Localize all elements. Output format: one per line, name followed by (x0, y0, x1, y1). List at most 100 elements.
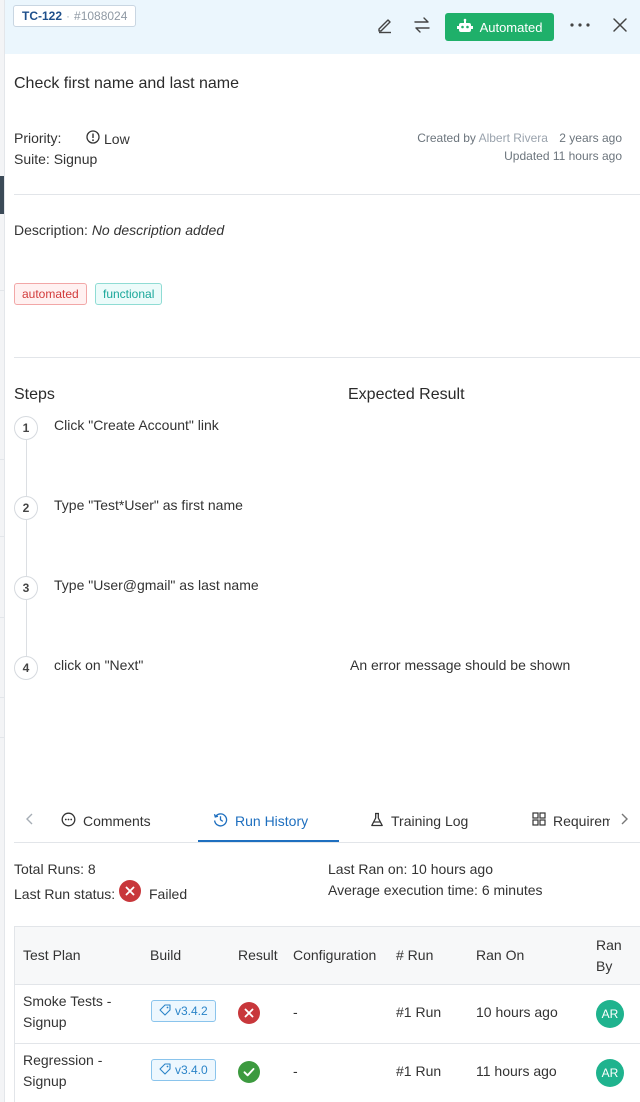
tag-icon (159, 1062, 171, 1078)
tag-functional[interactable]: functional (95, 283, 163, 305)
case-number: #1088024 (74, 9, 128, 23)
passed-result-icon (238, 1061, 260, 1083)
comment-icon (61, 812, 76, 830)
step-number: 4 (14, 656, 38, 680)
build-badge[interactable]: v3.4.2 (151, 1000, 216, 1022)
case-key: TC-122 (22, 9, 63, 23)
step-text: click on "Next" (54, 657, 144, 673)
background-divider (0, 697, 5, 698)
step-expected: An error message should be shown (350, 657, 571, 673)
history-icon (213, 812, 228, 830)
background-divider (0, 536, 5, 537)
avatar[interactable]: AR (596, 1000, 624, 1028)
grid-icon (532, 812, 546, 829)
step-text: Type "Test*User" as first name (54, 497, 243, 513)
step-connector (26, 520, 27, 576)
updated-info: Updated 11 hours ago (504, 149, 622, 163)
table-row[interactable]: Regression - Signup v3.4.0 - #1 Run 11 h… (15, 1044, 640, 1102)
build-version: v3.4.0 (175, 1063, 208, 1077)
failed-status-icon (119, 880, 141, 902)
step-text: Click "Create Account" link (54, 417, 219, 433)
priority-low-icon (86, 130, 100, 147)
column-header: Ran On (476, 947, 525, 963)
step-number: 3 (14, 576, 38, 600)
tab-label: Comments (83, 813, 151, 829)
description-label: Description: (14, 222, 88, 238)
column-header: Result (238, 947, 278, 963)
swap-icon[interactable] (411, 14, 433, 36)
table-row[interactable]: Smoke Tests - Signup v3.4.2 - #1 Run 10 … (15, 985, 640, 1044)
detail-tabs: Comments Run History Training Log Requir… (14, 800, 640, 843)
automated-button[interactable]: Automated (445, 13, 554, 41)
test-plan-cell[interactable]: Signup (23, 1073, 67, 1089)
flask-icon (370, 812, 384, 830)
priority-value: Low (86, 130, 130, 147)
last-ran-on: Last Ran on: 10 hours ago (328, 861, 494, 877)
ran-on-cell: 11 hours ago (476, 1063, 557, 1079)
tab-requirements[interactable]: Requirem (532, 812, 610, 829)
tab-run-history[interactable]: Run History (213, 812, 308, 830)
background-divider (0, 737, 5, 738)
description-value: No description added (91, 222, 225, 238)
created-info: Created by Albert Rivera 2 years ago (417, 131, 622, 145)
table-header: Test Plan Build Result Configuration # R… (15, 927, 640, 985)
column-header: Test Plan (23, 947, 81, 963)
background-page-edge (0, 0, 5, 1102)
column-header: # Run (396, 947, 434, 963)
test-plan-cell[interactable]: Signup (23, 1014, 67, 1030)
run-cell[interactable]: #1 Run (396, 1004, 441, 1020)
tag-automated[interactable]: automated (14, 283, 87, 305)
configuration-cell: - (293, 1004, 298, 1020)
automated-label: Automated (479, 19, 543, 35)
tab-training-log[interactable]: Training Log (370, 812, 468, 830)
tab-label: Training Log (391, 813, 469, 829)
tab-label: Run History (235, 813, 309, 829)
divider (14, 357, 640, 358)
edit-icon[interactable] (374, 14, 396, 36)
failed-result-icon (238, 1002, 260, 1024)
run-cell[interactable]: #1 Run (396, 1063, 441, 1079)
description: Description: No description added (14, 222, 224, 238)
last-run-status-value: Failed (149, 886, 188, 902)
column-header: Configuration (293, 947, 377, 963)
close-icon[interactable] (609, 14, 631, 36)
case-id-badge[interactable]: TC-122 · #1088024 (13, 5, 137, 27)
created-prefix: Created by (417, 131, 476, 145)
chevron-right-icon[interactable] (620, 812, 628, 828)
background-divider (0, 617, 5, 618)
expected-result-heading: Expected Result (348, 386, 465, 403)
configuration-cell: - (293, 1063, 298, 1079)
divider (14, 194, 640, 195)
build-badge[interactable]: v3.4.0 (151, 1059, 216, 1081)
last-run-status-label: Last Run status: (14, 886, 116, 902)
step-connector (26, 440, 27, 496)
case-title: Check first name and last name (14, 75, 239, 92)
background-page-marker (0, 176, 4, 214)
tab-comments[interactable]: Comments (61, 812, 151, 830)
background-divider (0, 459, 5, 460)
step-text: Type "User@gmail" as last name (54, 577, 259, 593)
step-number: 2 (14, 496, 38, 520)
panel-header: TC-122 · #1088024 Automated (5, 0, 640, 54)
test-plan-cell[interactable]: Smoke Tests - (23, 993, 111, 1009)
avatar[interactable]: AR (596, 1059, 624, 1087)
created-ago: 2 years ago (559, 131, 622, 145)
step-number: 1 (14, 416, 38, 440)
step-connector (26, 600, 27, 656)
case-separator: · (66, 9, 71, 23)
chevron-left-icon[interactable] (26, 812, 34, 828)
column-header: Build (150, 947, 182, 963)
average-execution-time: Average execution time: 6 minutes (328, 882, 543, 898)
more-icon[interactable] (569, 14, 591, 36)
suite-label: Suite: Signup (14, 151, 98, 167)
active-tab-indicator (198, 840, 339, 842)
tag-icon (159, 1003, 171, 1019)
run-history-table: Test Plan Build Result Configuration # R… (14, 926, 640, 1102)
robot-icon (456, 18, 473, 37)
priority-label: Priority: (14, 130, 62, 146)
ran-on-cell: 10 hours ago (476, 1004, 558, 1020)
created-by[interactable]: Albert Rivera (479, 131, 548, 145)
column-header: By (596, 958, 613, 974)
test-plan-cell[interactable]: Regression - (23, 1052, 102, 1068)
total-runs: Total Runs: 8 (14, 861, 96, 877)
